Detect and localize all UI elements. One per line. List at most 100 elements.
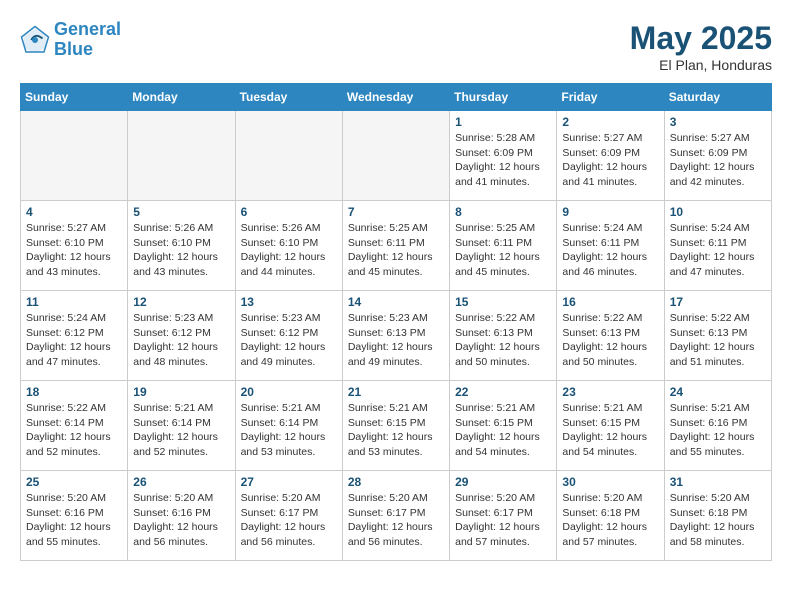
day-info: Sunrise: 5:22 AM Sunset: 6:13 PM Dayligh…	[670, 311, 766, 370]
day-number: 24	[670, 385, 766, 399]
location-subtitle: El Plan, Honduras	[630, 57, 772, 73]
calendar-cell: 8 Sunrise: 5:25 AM Sunset: 6:11 PM Daylig…	[450, 201, 557, 291]
calendar-cell: 16 Sunrise: 5:22 AM Sunset: 6:13 PM Dayli…	[557, 291, 664, 381]
day-number: 31	[670, 475, 766, 489]
day-number: 7	[348, 205, 444, 219]
day-info: Sunrise: 5:20 AM Sunset: 6:17 PM Dayligh…	[348, 491, 444, 550]
calendar-cell: 26 Sunrise: 5:20 AM Sunset: 6:16 PM Dayli…	[128, 471, 235, 561]
day-number: 23	[562, 385, 658, 399]
day-number: 17	[670, 295, 766, 309]
day-number: 10	[670, 205, 766, 219]
day-number: 19	[133, 385, 229, 399]
logo-icon	[20, 25, 50, 55]
day-info: Sunrise: 5:21 AM Sunset: 6:16 PM Dayligh…	[670, 401, 766, 460]
day-number: 4	[26, 205, 122, 219]
logo-text: General Blue	[54, 20, 121, 60]
calendar-cell: 9Sunrise: 5:24 AM Sunset: 6:11 PM Daylig…	[557, 201, 664, 291]
calendar-cell: 27 Sunrise: 5:20 AM Sunset: 6:17 PM Dayli…	[235, 471, 342, 561]
day-number: 11	[26, 295, 122, 309]
day-info: Sunrise: 5:20 AM Sunset: 6:17 PM Dayligh…	[241, 491, 337, 550]
day-number: 14	[348, 295, 444, 309]
day-info: Sunrise: 5:28 AM Sunset: 6:09 PM Dayligh…	[455, 131, 551, 190]
calendar-cell: 14 Sunrise: 5:23 AM Sunset: 6:13 PM Dayli…	[342, 291, 449, 381]
day-info: Sunrise: 5:20 AM Sunset: 6:16 PM Dayligh…	[26, 491, 122, 550]
day-number: 22	[455, 385, 551, 399]
calendar-cell: 15 Sunrise: 5:22 AM Sunset: 6:13 PM Dayli…	[450, 291, 557, 381]
day-info: Sunrise: 5:21 AM Sunset: 6:14 PM Dayligh…	[133, 401, 229, 460]
day-info: Sunrise: 5:26 AM Sunset: 6:10 PM Dayligh…	[241, 221, 337, 280]
day-info: Sunrise: 5:27 AM Sunset: 6:09 PM Dayligh…	[562, 131, 658, 190]
column-header-tuesday: Tuesday	[235, 84, 342, 111]
calendar-cell: 24 Sunrise: 5:21 AM Sunset: 6:16 PM Dayli…	[664, 381, 771, 471]
column-header-monday: Monday	[128, 84, 235, 111]
day-number: 16	[562, 295, 658, 309]
day-info: Sunrise: 5:26 AM Sunset: 6:10 PM Dayligh…	[133, 221, 229, 280]
day-info: Sunrise: 5:21 AM Sunset: 6:15 PM Dayligh…	[348, 401, 444, 460]
calendar-cell: 28 Sunrise: 5:20 AM Sunset: 6:17 PM Dayli…	[342, 471, 449, 561]
day-info: Sunrise: 5:21 AM Sunset: 6:15 PM Dayligh…	[455, 401, 551, 460]
day-info: Sunrise: 5:20 AM Sunset: 6:16 PM Dayligh…	[133, 491, 229, 550]
calendar-cell: 4 Sunrise: 5:27 AM Sunset: 6:10 PM Daylig…	[21, 201, 128, 291]
day-number: 28	[348, 475, 444, 489]
calendar-cell	[128, 111, 235, 201]
day-info: Sunrise: 5:23 AM Sunset: 6:13 PM Dayligh…	[348, 311, 444, 370]
day-info: Sunrise: 5:20 AM Sunset: 6:17 PM Dayligh…	[455, 491, 551, 550]
calendar-cell: 7 Sunrise: 5:25 AM Sunset: 6:11 PM Daylig…	[342, 201, 449, 291]
day-number: 15	[455, 295, 551, 309]
calendar-cell: 17 Sunrise: 5:22 AM Sunset: 6:13 PM Dayli…	[664, 291, 771, 381]
day-number: 20	[241, 385, 337, 399]
day-info: Sunrise: 5:24 AM Sunset: 6:11 PM Dayligh…	[670, 221, 766, 280]
calendar-cell: 25 Sunrise: 5:20 AM Sunset: 6:16 PM Dayli…	[21, 471, 128, 561]
calendar-week-3: 11 Sunrise: 5:24 AM Sunset: 6:12 PM Dayli…	[21, 291, 772, 381]
calendar-cell: 21 Sunrise: 5:21 AM Sunset: 6:15 PM Dayli…	[342, 381, 449, 471]
day-number: 25	[26, 475, 122, 489]
day-number: 5	[133, 205, 229, 219]
day-number: 27	[241, 475, 337, 489]
day-number: 12	[133, 295, 229, 309]
day-info: Sunrise: 5:21 AM Sunset: 6:15 PM Dayligh…	[562, 401, 658, 460]
page-header: General Blue May 2025 El Plan, Honduras	[20, 20, 772, 73]
day-info: Sunrise: 5:24 AM Sunset: 6:12 PM Dayligh…	[26, 311, 122, 370]
day-number: 9	[562, 205, 658, 219]
calendar-cell: 5 Sunrise: 5:26 AM Sunset: 6:10 PM Daylig…	[128, 201, 235, 291]
day-number: 6	[241, 205, 337, 219]
calendar-week-2: 4 Sunrise: 5:27 AM Sunset: 6:10 PM Daylig…	[21, 201, 772, 291]
calendar-body: 1 Sunrise: 5:28 AM Sunset: 6:09 PM Daylig…	[21, 111, 772, 561]
calendar-cell: 23 Sunrise: 5:21 AM Sunset: 6:15 PM Dayli…	[557, 381, 664, 471]
column-header-thursday: Thursday	[450, 84, 557, 111]
calendar-cell: 19 Sunrise: 5:21 AM Sunset: 6:14 PM Dayli…	[128, 381, 235, 471]
day-info: Sunrise: 5:22 AM Sunset: 6:13 PM Dayligh…	[455, 311, 551, 370]
day-number: 8	[455, 205, 551, 219]
calendar-cell: 1 Sunrise: 5:28 AM Sunset: 6:09 PM Daylig…	[450, 111, 557, 201]
day-number: 30	[562, 475, 658, 489]
day-number: 2	[562, 115, 658, 129]
day-number: 1	[455, 115, 551, 129]
day-info: Sunrise: 5:22 AM Sunset: 6:14 PM Dayligh…	[26, 401, 122, 460]
day-info: Sunrise: 5:20 AM Sunset: 6:18 PM Dayligh…	[670, 491, 766, 550]
calendar-cell: 10 Sunrise: 5:24 AM Sunset: 6:11 PM Dayli…	[664, 201, 771, 291]
calendar-cell	[21, 111, 128, 201]
column-header-wednesday: Wednesday	[342, 84, 449, 111]
day-info: Sunrise: 5:25 AM Sunset: 6:11 PM Dayligh…	[348, 221, 444, 280]
day-info: Sunrise: 5:20 AM Sunset: 6:18 PM Dayligh…	[562, 491, 658, 550]
day-info: Sunrise: 5:23 AM Sunset: 6:12 PM Dayligh…	[241, 311, 337, 370]
day-number: 13	[241, 295, 337, 309]
day-number: 26	[133, 475, 229, 489]
calendar-cell: 18 Sunrise: 5:22 AM Sunset: 6:14 PM Dayli…	[21, 381, 128, 471]
day-info: Sunrise: 5:25 AM Sunset: 6:11 PM Dayligh…	[455, 221, 551, 280]
day-info: Sunrise: 5:22 AM Sunset: 6:13 PM Dayligh…	[562, 311, 658, 370]
month-title: May 2025	[630, 20, 772, 57]
column-header-sunday: Sunday	[21, 84, 128, 111]
day-number: 18	[26, 385, 122, 399]
calendar-cell: 22 Sunrise: 5:21 AM Sunset: 6:15 PM Dayli…	[450, 381, 557, 471]
calendar-cell: 12Sunrise: 5:23 AM Sunset: 6:12 PM Dayli…	[128, 291, 235, 381]
column-header-saturday: Saturday	[664, 84, 771, 111]
column-header-friday: Friday	[557, 84, 664, 111]
day-number: 21	[348, 385, 444, 399]
calendar-cell: 29Sunrise: 5:20 AM Sunset: 6:17 PM Dayli…	[450, 471, 557, 561]
day-number: 3	[670, 115, 766, 129]
calendar-cell	[342, 111, 449, 201]
day-info: Sunrise: 5:27 AM Sunset: 6:10 PM Dayligh…	[26, 221, 122, 280]
logo: General Blue	[20, 20, 121, 60]
calendar-cell	[235, 111, 342, 201]
